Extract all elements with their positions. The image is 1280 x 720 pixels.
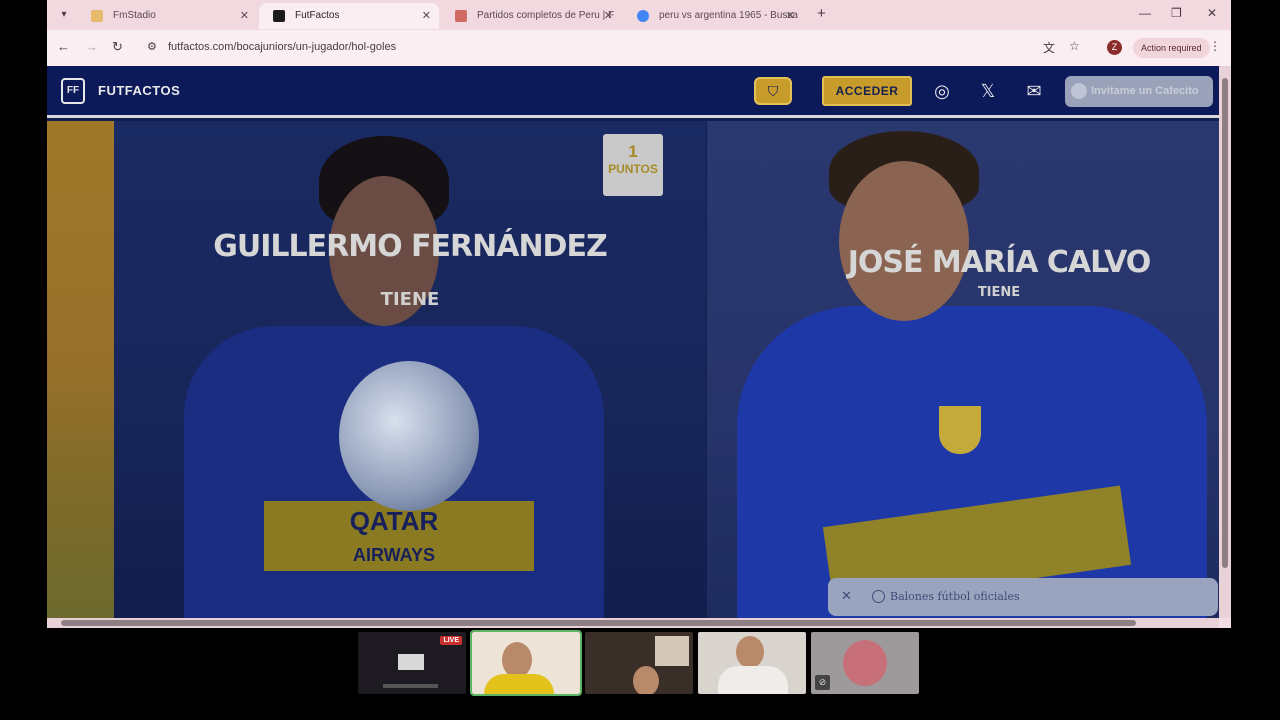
address-bar-row: ← → ↻ ⚙ futfactos.com/bocajuniors/un-jug… [47,30,1231,66]
left-player-tiene: TIENE [380,289,440,310]
forward-icon[interactable]: → [85,39,98,54]
acceder-button[interactable]: ACCEDER [822,76,912,106]
right-player-card[interactable]: JOSÉ MARÍA CALVO TIENE [707,121,1219,618]
close-tab-icon[interactable]: ✕ [604,3,613,29]
bookmark-star-icon[interactable]: ☆ [1069,39,1080,53]
site-header: FF FUTFACTOS ⛉ ACCEDER ◎ 𝕏 ✉ Invitame un… [47,66,1219,118]
cafecito-label: Invitame un Cafecito [1091,85,1199,97]
tab-strip: ▾ FmStadio ✕ FutFactos ✕ Partidos comple… [47,0,1231,30]
horizontal-scrollbar[interactable] [47,618,1219,628]
previous-player-edge [47,121,114,618]
room-light [655,636,689,666]
restore-icon[interactable]: ❐ [1171,6,1182,20]
ad-banner[interactable]: ✕ Balones fútbol oficiales [828,578,1218,616]
url-field[interactable]: futfactos.com/bocajuniors/un-jugador/hol… [168,41,396,53]
screenshare-preview [398,654,424,670]
tab-search-menu-icon[interactable]: ▾ [55,6,73,24]
points-value: 1 [628,142,638,161]
futfactos-page: FF FUTFACTOS ⛉ ACCEDER ◎ 𝕏 ✉ Invitame un… [47,66,1219,618]
action-required-button[interactable]: Action required [1133,38,1210,58]
reload-icon[interactable]: ↻ [112,39,123,55]
participant-face [502,642,532,678]
tab-title: FutFactos [295,10,340,21]
close-ad-icon[interactable]: ✕ [841,589,852,604]
tab-fmstadio[interactable]: FmStadio ✕ [77,3,257,29]
points-label: PUNTOS [608,162,658,176]
ad-info-icon [872,590,885,603]
close-tab-icon[interactable]: ✕ [422,3,431,29]
close-window-icon[interactable]: ✕ [1207,6,1217,20]
tab-google-search[interactable]: peru vs argentina 1965 - Busca ✕ [623,3,803,29]
right-player-tiene: TIENE [977,285,1021,300]
muted-mic-icon: ⊘ [815,675,830,690]
ad-text[interactable]: Balones fútbol oficiales [890,590,1020,603]
fmstadio-favicon-icon [91,10,103,22]
tab-title: Partidos completos de Peru | F [477,10,615,21]
close-tab-icon[interactable]: ✕ [240,3,249,29]
x-twitter-icon[interactable]: 𝕏 [976,79,1000,103]
call-tile-participant-4[interactable]: ⊘ [811,632,919,694]
site-info-icon[interactable]: ⚙ [147,40,157,53]
new-tab-button[interactable]: + [817,5,826,22]
brand-name[interactable]: FUTFACTOS [98,83,180,98]
partidos-favicon-icon [455,10,467,22]
participant-shirt [718,666,788,694]
vertical-scrollbar[interactable] [1219,66,1231,618]
participant-face [736,636,764,668]
screenshare-bar [383,684,438,688]
mail-icon[interactable]: ✉ [1022,79,1046,103]
minimize-icon[interactable]: — [1139,6,1151,20]
right-player-photo [707,121,1219,618]
tab-partidos-peru[interactable]: Partidos completos de Peru | F ✕ [441,3,621,29]
google-favicon-icon [637,10,649,22]
tab-title: FmStadio [113,10,156,21]
close-tab-icon[interactable]: ✕ [786,3,795,29]
cafecito-button[interactable]: Invitame un Cafecito [1065,76,1213,107]
futfactos-logo-icon[interactable]: FF [61,78,85,104]
points-counter: 1 PUNTOS [603,134,663,196]
tab-title: peru vs argentina 1965 - Busca [659,10,798,21]
call-tile-participant-3[interactable] [698,632,806,694]
left-player-card[interactable]: QATAR AIRWAYS 1 PUNTOS GUILLERMO FERNÁNDE… [114,121,706,618]
profile-avatar[interactable]: Z [1107,40,1122,55]
team-shield-icon[interactable]: ⛉ [754,77,792,105]
participant-face [633,666,659,694]
participant-avatar [843,640,887,686]
futfactos-favicon-icon [273,10,285,22]
tab-futfactos[interactable]: FutFactos ✕ [259,3,439,29]
back-icon[interactable]: ← [57,39,70,54]
right-player-name: JOSÉ MARÍA CALVO [847,245,1152,280]
call-tile-participant-1[interactable] [470,630,582,696]
instagram-icon[interactable]: ◎ [930,79,954,103]
coffee-cup-icon [1071,83,1087,99]
left-player-name: GUILLERMO FERNÁNDEZ [213,229,607,264]
call-tile-participant-2[interactable] [585,632,693,694]
browser-window: ▾ FmStadio ✕ FutFactos ✕ Partidos comple… [47,0,1231,628]
translate-icon[interactable]: 文 [1043,39,1055,56]
live-badge: LIVE [440,636,462,645]
call-tile-screenshare[interactable]: LIVE [358,632,466,694]
kebab-menu-icon[interactable]: ⋮ [1209,39,1221,53]
participant-shirt [484,674,554,694]
